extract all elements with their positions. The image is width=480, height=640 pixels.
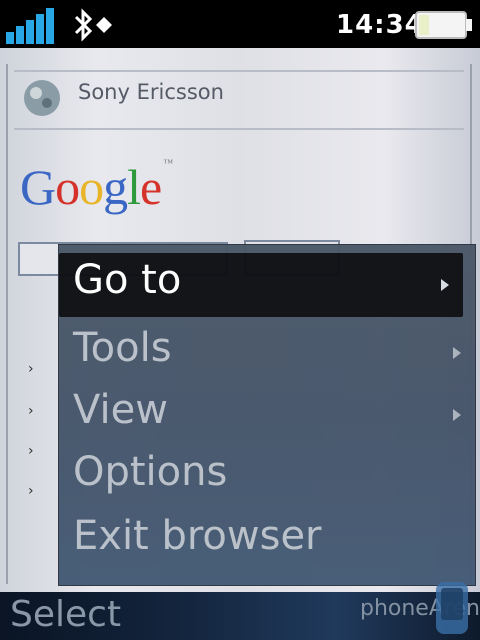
google-logo-letter: G — [20, 159, 56, 215]
menu-item-exit-browser[interactable]: Exit browser — [59, 509, 475, 573]
clock: 14:34 — [336, 10, 424, 40]
menu-item-tools[interactable]: Tools — [59, 321, 475, 385]
status-bar: 14:34 — [0, 0, 480, 48]
menu-item-label: Tools — [73, 325, 172, 371]
submenu-arrow-icon — [453, 409, 461, 421]
brand-text: Sony Ericsson — [78, 80, 224, 104]
sony-ericsson-logo-icon — [24, 80, 60, 116]
google-logo-letter: g — [103, 159, 128, 215]
menu-item-label: Go to — [73, 257, 182, 303]
menu-item-go-to[interactable]: Go to — [59, 253, 463, 317]
submenu-arrow-icon — [453, 347, 461, 359]
link-bullet-icon: › — [28, 443, 34, 459]
menu-item-label: View — [73, 387, 168, 433]
select-softkey[interactable]: Select — [10, 594, 121, 635]
context-menu: Go to Tools View Options Exit browser — [58, 244, 476, 586]
google-logo-letter: e — [140, 159, 162, 215]
google-logo-letter: o — [79, 159, 104, 215]
phonearena-logo-icon — [436, 582, 468, 634]
google-logo-letter: l — [127, 159, 141, 215]
submenu-arrow-icon — [441, 279, 449, 291]
link-bullet-icon: › — [28, 483, 34, 499]
link-bullet-icon: › — [28, 403, 34, 419]
menu-item-label: Options — [73, 449, 228, 495]
menu-item-options[interactable]: Options — [59, 445, 475, 509]
battery-icon — [415, 11, 472, 39]
google-logo[interactable]: Google ™ — [20, 158, 173, 216]
menu-item-view[interactable]: View — [59, 383, 475, 447]
link-bullet-icon: › — [28, 361, 34, 377]
trademark-mark: ™ — [163, 158, 173, 169]
bluetooth-icon — [74, 8, 112, 42]
google-logo-letter: o — [55, 159, 80, 215]
signal-bars-icon — [6, 8, 54, 44]
menu-item-label: Exit browser — [73, 513, 322, 559]
